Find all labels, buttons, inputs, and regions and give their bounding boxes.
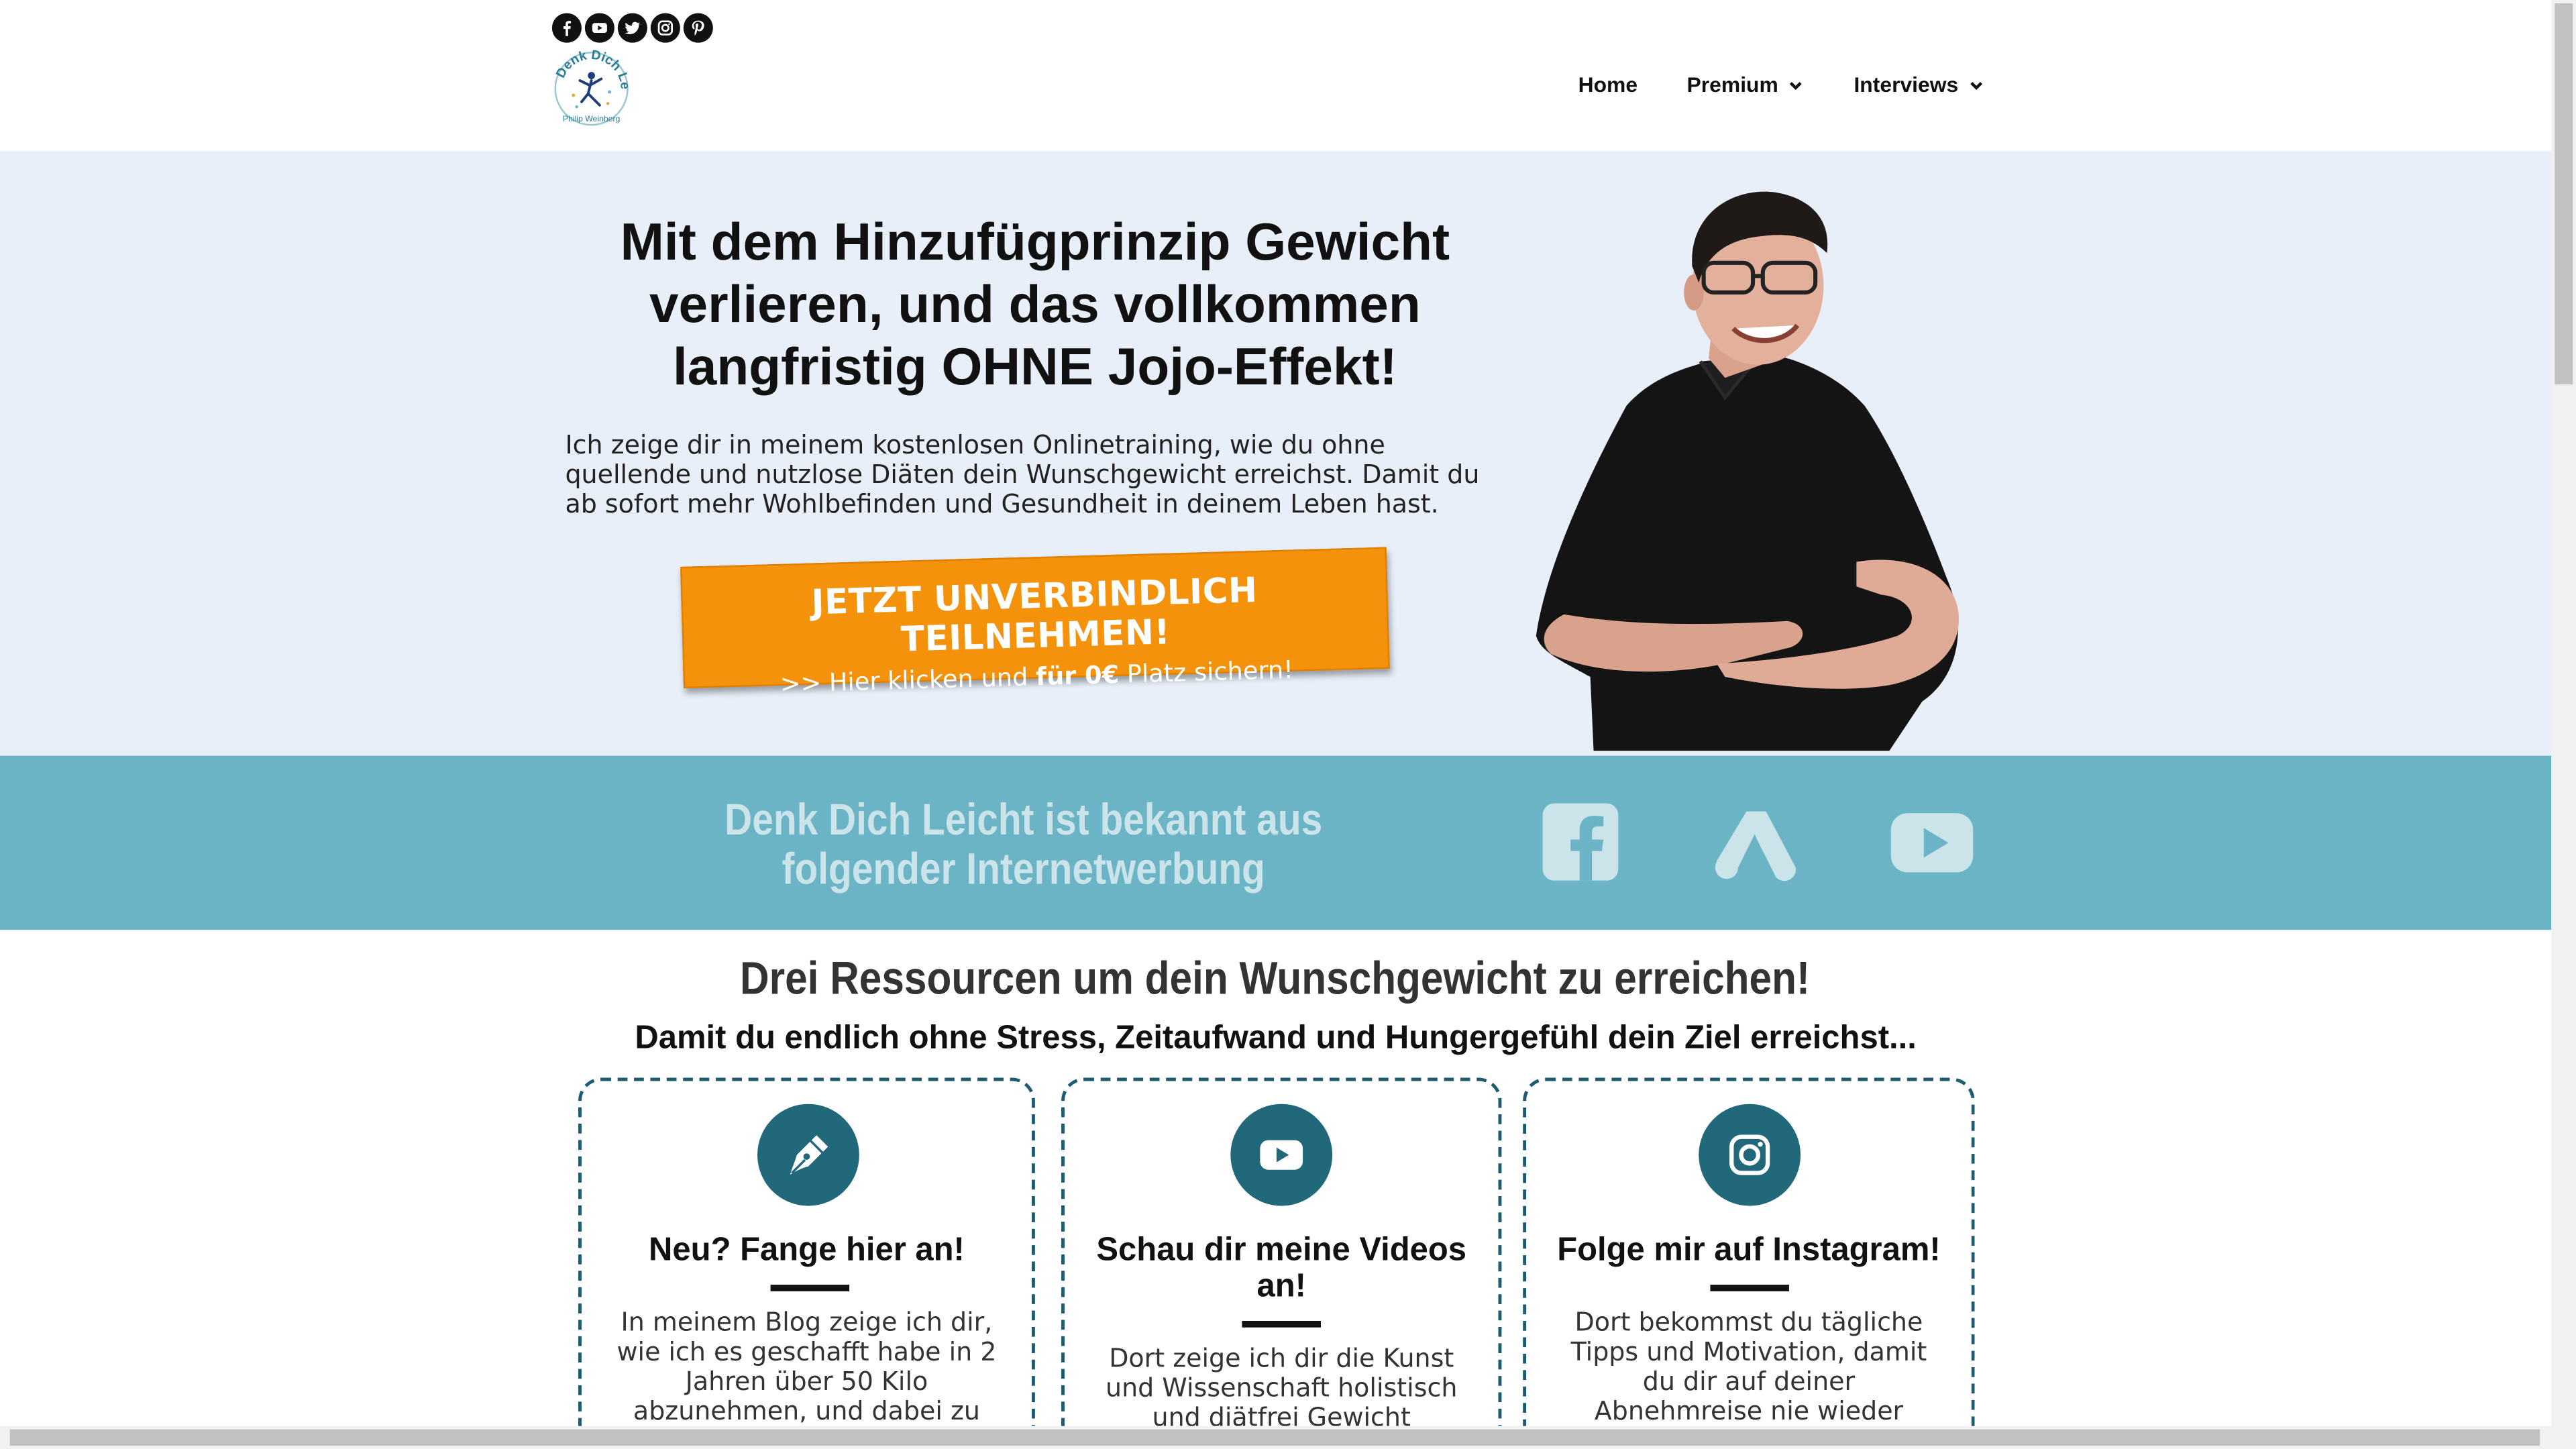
horizontal-scrollbar[interactable] (0, 1426, 2576, 1449)
nav-home-label: Home (1578, 72, 1638, 97)
cta-main-label: JETZT UNVERBINDLICH TEILNEHMEN! (810, 570, 1258, 659)
hero-section: Mit dem Hinzufügprinzip Gewicht verliere… (0, 151, 2552, 756)
chevron-down-icon (1970, 80, 1983, 89)
youtube-icon (1890, 813, 1974, 873)
instagram-icon (1699, 1104, 1801, 1206)
nav-premium[interactable]: Premium (1687, 72, 1805, 97)
main-navigation: Home Premium Interviews (1578, 72, 1985, 97)
social-icons-row (551, 13, 713, 43)
pinterest-icon[interactable] (683, 13, 713, 43)
twitter-icon[interactable] (617, 13, 647, 43)
resource-card-videos[interactable]: Schau dir meine Videos an! Dort zeige ic… (1061, 1077, 1502, 1449)
card-divider (770, 1285, 850, 1291)
google-ads-icon (1715, 811, 1796, 881)
cta-button[interactable]: JETZT UNVERBINDLICH TEILNEHMEN! >> Hier … (680, 547, 1390, 699)
vertical-scrollbar-thumb[interactable] (2555, 3, 2573, 385)
resource-card-blog[interactable]: Neu? Fange hier an! In meinem Blog zeige… (578, 1077, 1035, 1449)
vertical-scrollbar[interactable] (2551, 0, 2576, 1426)
card-divider (1710, 1285, 1789, 1291)
press-band: Denk Dich Leicht ist bekannt aus folgend… (0, 755, 2552, 930)
svg-text:Philip Weinberg: Philip Weinberg (563, 114, 621, 123)
press-text: Denk Dich Leicht ist bekannt aus folgend… (724, 795, 1323, 894)
resource-card-instagram[interactable]: Folge mir auf Instagram! Dort bekommst d… (1523, 1077, 1975, 1449)
card-text: Dort zeige ich dir die Kunst und Wissens… (1106, 1344, 1458, 1433)
youtube-icon[interactable] (584, 13, 614, 43)
facebook-icon (1542, 803, 1619, 881)
card-title: Folge mir auf Instagram! (1557, 1232, 1941, 1269)
resources-title: Drei Ressourcen um dein Wunschgewicht zu… (741, 953, 1811, 1004)
instagram-icon[interactable] (650, 13, 680, 43)
site-header: Denk Dich Leicht Philip Weinberg Home Pr… (0, 0, 2552, 152)
horizontal-scrollbar-thumb[interactable] (9, 1429, 2540, 1446)
youtube-icon (1230, 1104, 1333, 1206)
card-title: Schau dir meine Videos an! (1096, 1232, 1467, 1305)
nav-interviews[interactable]: Interviews (1854, 72, 1984, 97)
hero-text: Ich zeige dir in meinem kostenlosen Onli… (565, 430, 1480, 519)
denk-dich-leicht-logo[interactable]: Denk Dich Leicht Philip Weinberg (545, 35, 634, 128)
card-text: In meinem Blog zeige ich dir, wie ich es… (616, 1307, 997, 1426)
hero-title: Mit dem Hinzufügprinzip Gewicht verliere… (620, 211, 1450, 396)
card-title: Neu? Fange hier an! (649, 1232, 965, 1269)
nav-interviews-label: Interviews (1854, 72, 1959, 97)
nav-home[interactable]: Home (1578, 72, 1638, 97)
facebook-icon[interactable] (551, 13, 582, 43)
card-divider (1242, 1320, 1321, 1328)
pen-icon (757, 1104, 859, 1206)
chevron-down-icon (1790, 80, 1803, 89)
nav-premium-label: Premium (1686, 72, 1778, 97)
person-photo (1536, 191, 1959, 751)
resources-subtitle: Damit du endlich ohne Stress, Zeitaufwan… (635, 1020, 1917, 1057)
